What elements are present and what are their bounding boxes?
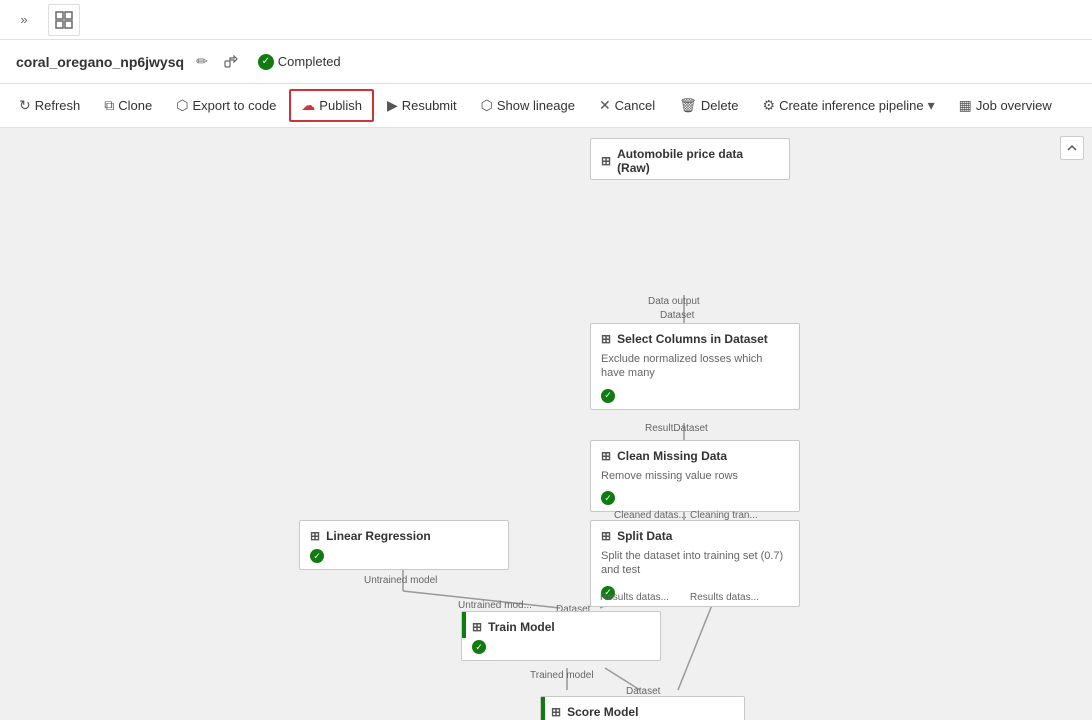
lineage-icon: ⬡ (481, 97, 493, 114)
score-icon: ⊞ (551, 705, 561, 719)
toolbar: ↻ Refresh ⧉ Clone ⬡ Export to code ☁ Pub… (0, 84, 1092, 128)
lr-status: ✓ (310, 549, 324, 563)
train-model-title: Train Model (488, 620, 555, 634)
create-inference-button[interactable]: ⚙ Create inference pipeline ▾ (752, 90, 946, 121)
select-columns-desc: Exclude normalized losses which have man… (591, 350, 799, 387)
pipeline-tab-icon[interactable] (48, 4, 80, 36)
split-icon: ⊞ (601, 529, 611, 543)
clean-missing-status: ✓ (601, 491, 615, 505)
automobile-node-title: Automobile price data (Raw) (617, 147, 779, 175)
automobile-node[interactable]: ⊞ Automobile price data (Raw) (590, 138, 790, 180)
status-label: Completed (278, 54, 341, 69)
publish-icon: ☁ (301, 97, 315, 114)
clean-missing-title: Clean Missing Data (617, 449, 727, 463)
train-model-status: ✓ (472, 640, 486, 654)
status-badge: ✓ Completed (258, 54, 341, 70)
resubmit-icon: ▶ (387, 97, 398, 114)
linear-regression-title: Linear Regression (326, 529, 431, 543)
overview-icon: ▦ (959, 97, 972, 114)
clone-button[interactable]: ⧉ Clone (93, 90, 163, 121)
train-trained-label: Trained model (530, 670, 594, 681)
train-untrained-label: Untrained mod... (458, 600, 532, 611)
train-icon: ⊞ (472, 620, 482, 634)
score-model-title: Score Model (567, 705, 638, 719)
share-button[interactable] (220, 53, 242, 71)
linear-regression-node[interactable]: ⊞ Linear Regression ✓ (299, 520, 509, 570)
top-bar: » (0, 0, 1092, 40)
select-icon: ⊞ (601, 332, 611, 346)
select-columns-node[interactable]: ⊞ Select Columns in Dataset Exclude norm… (590, 323, 800, 410)
expand-icon[interactable]: » (8, 4, 40, 36)
refresh-icon: ↻ (19, 97, 31, 114)
resubmit-button[interactable]: ▶ Resubmit (376, 90, 468, 121)
lr-untrained-label: Untrained model (364, 575, 437, 586)
collapse-button[interactable] (1060, 136, 1084, 160)
split-results1-label: Results datas... (600, 592, 669, 603)
publish-button[interactable]: ☁ Publish (289, 89, 374, 122)
chevron-down-icon: ▾ (928, 97, 935, 114)
inference-icon: ⚙ (763, 97, 776, 114)
job-overview-button[interactable]: ▦ Job overview (948, 90, 1063, 121)
refresh-button[interactable]: ↻ Refresh (8, 90, 91, 121)
split-data-desc: Split the dataset into training set (0.7… (591, 547, 799, 584)
clean-missing-node[interactable]: ⊞ Clean Missing Data Remove missing valu… (590, 440, 800, 512)
edit-name-button[interactable]: ✏ (192, 51, 212, 72)
delete-icon: 🗑 (679, 97, 697, 114)
split-data-title: Split Data (617, 529, 672, 543)
cancel-button[interactable]: ✕ Cancel (588, 90, 666, 121)
split-results2-label: Results datas... (690, 592, 759, 603)
clean-missing-desc: Remove missing value rows (591, 467, 799, 489)
status-check-icon: ✓ (258, 54, 274, 70)
automobile-dataset-label: Dataset (660, 310, 694, 321)
show-lineage-button[interactable]: ⬡ Show lineage (470, 90, 586, 121)
train-model-node[interactable]: ⊞ Train Model ✓ (461, 611, 661, 661)
canvas-area: ⊞ Automobile price data (Raw) Data outpu… (0, 128, 1092, 720)
export-to-code-button[interactable]: ⬡ Export to code (165, 90, 287, 121)
automobile-data-output-label: Data output (648, 296, 700, 307)
select-columns-title: Select Columns in Dataset (617, 332, 768, 346)
lr-icon: ⊞ (310, 529, 320, 543)
delete-button[interactable]: 🗑 Delete (668, 90, 749, 121)
select-result-label: ResultDataset (645, 423, 708, 434)
select-columns-status: ✓ (601, 389, 615, 403)
clone-icon: ⧉ (104, 97, 114, 114)
dataset-icon: ⊞ (601, 154, 611, 168)
score-model-node[interactable]: ⊞ Score Model ✓ (540, 696, 745, 720)
title-bar: coral_oregano_np6jwysq ✏ ✓ Completed (0, 40, 1092, 84)
export-icon: ⬡ (176, 97, 188, 114)
cancel-icon: ✕ (599, 97, 611, 114)
clean-icon: ⊞ (601, 449, 611, 463)
job-name: coral_oregano_np6jwysq (16, 54, 184, 70)
